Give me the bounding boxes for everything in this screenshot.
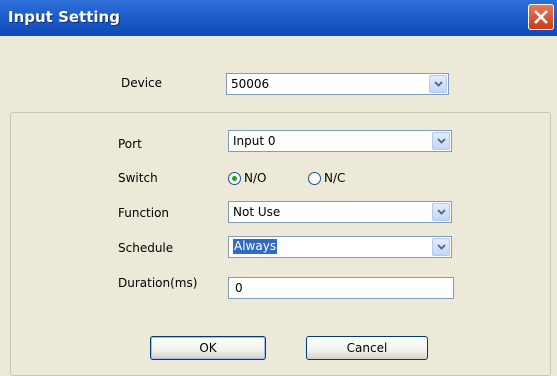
title-bar[interactable]: Input Setting <box>0 0 557 36</box>
radio-selected-dot <box>232 175 237 181</box>
chevron-down-icon <box>436 244 446 250</box>
function-label: Function <box>118 206 170 220</box>
function-select[interactable]: Not Use <box>228 201 452 223</box>
ok-button[interactable]: OK <box>150 336 266 360</box>
function-value: Not Use <box>233 205 281 219</box>
radio-circle <box>228 171 241 185</box>
schedule-select[interactable]: Always <box>228 236 452 258</box>
device-dropdown-button[interactable] <box>429 75 447 93</box>
chevron-down-icon <box>433 81 443 87</box>
switch-label: Switch <box>118 171 158 185</box>
window-title: Input Setting <box>8 8 120 26</box>
duration-input[interactable]: 0 <box>228 277 454 299</box>
function-dropdown-button[interactable] <box>432 203 450 221</box>
switch-no-label: N/O <box>244 171 267 185</box>
device-value: 50006 <box>231 77 270 91</box>
port-select[interactable]: Input 0 <box>228 130 452 152</box>
dialog-body: Device 50006 Port Input 0 Switch N/O N/C <box>4 36 553 376</box>
schedule-label: Schedule <box>118 241 174 255</box>
port-value: Input 0 <box>233 134 276 148</box>
port-label: Port <box>118 137 142 151</box>
schedule-dropdown-button[interactable] <box>432 238 450 256</box>
device-select[interactable]: 50006 <box>226 73 449 95</box>
duration-value: 0 <box>235 281 243 295</box>
device-label: Device <box>121 76 163 90</box>
cancel-button[interactable]: Cancel <box>306 336 428 360</box>
close-icon <box>534 10 548 24</box>
chevron-down-icon <box>436 138 446 144</box>
chevron-down-icon <box>436 209 446 215</box>
duration-label: Duration(ms) <box>118 276 198 290</box>
close-button[interactable] <box>528 4 554 30</box>
input-setting-dialog: Input Setting Device 50006 Port Input 0 … <box>0 0 557 376</box>
switch-nc-radio[interactable]: N/C <box>308 171 345 185</box>
switch-no-radio[interactable]: N/O <box>228 171 266 185</box>
port-dropdown-button[interactable] <box>432 132 450 150</box>
radio-circle <box>308 171 321 185</box>
switch-nc-label: N/C <box>324 171 346 185</box>
schedule-value: Always <box>233 239 278 254</box>
